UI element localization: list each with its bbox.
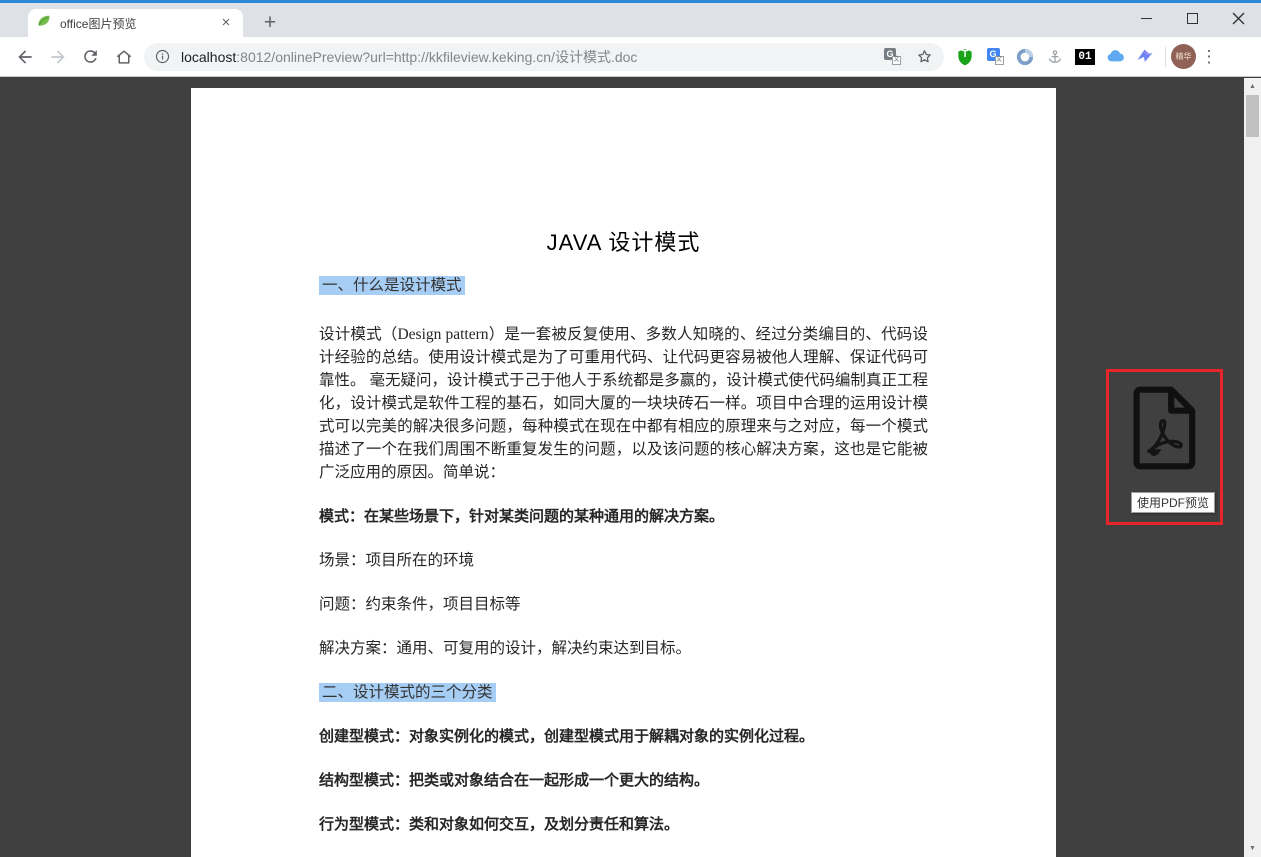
extensions-row: T G 文 01 [950,41,1222,73]
pdf-preview-label: 使用PDF预览 [1131,492,1215,513]
page-info-icon[interactable] [154,48,171,65]
forward-button[interactable] [41,41,74,73]
profile-avatar[interactable]: 精华 [1171,44,1196,69]
maximize-icon [1187,13,1198,24]
browser-toolbar: localhost:8012/onlinePreview?url=http://… [0,37,1261,77]
minimize-icon [1141,18,1152,19]
back-button[interactable] [8,41,41,73]
toolbar-divider [1165,47,1166,67]
scrollbar-thumb[interactable] [1246,95,1259,137]
ring-extension-icon[interactable] [1010,41,1040,73]
vertical-scrollbar[interactable]: ▲ ▼ [1244,78,1261,857]
cloud-extension-icon[interactable] [1100,41,1130,73]
spring-leaf-favicon [36,13,52,34]
line-problem: 问题：约束条件，项目目标等 [319,593,928,616]
forward-icon [48,47,68,67]
close-button[interactable] [1215,0,1261,37]
tab-title: office图片预览 [60,15,217,32]
url-text[interactable]: localhost:8012/onlinePreview?url=http://… [181,47,884,67]
close-icon [1232,12,1245,25]
browser-menu-icon[interactable]: ⋮ [1196,47,1222,67]
minimize-button[interactable] [1123,0,1169,37]
reload-icon [81,47,100,66]
scroll-up-icon[interactable]: ▲ [1244,78,1261,95]
window-controls [1123,0,1261,37]
scroll-down-icon[interactable]: ▼ [1244,840,1261,857]
reload-button[interactable] [74,41,107,73]
page-content-area: JAVA 设计模式 一、什么是设计模式 设计模式（Design pattern）… [0,78,1261,857]
bookmark-star-icon[interactable] [915,47,934,66]
browser-tab[interactable]: office图片预览 × [28,9,243,37]
shield-extension-icon[interactable]: T [950,41,980,73]
home-icon [114,47,134,67]
tab-close-icon[interactable]: × [217,14,235,32]
line-pattern-definition: 模式：在某些场景下，针对某类问题的某种通用的解决方案。 [319,505,928,528]
line-behavioral: 行为型模式：类和对象如何交互，及划分责任和算法。 [319,813,928,836]
pdf-file-icon [1127,386,1203,470]
browser-window: office图片预览 × + [0,0,1261,857]
anchor-extension-icon[interactable] [1040,41,1070,73]
home-button[interactable] [107,41,140,73]
new-tab-button[interactable]: + [256,9,284,37]
address-bar[interactable]: localhost:8012/onlinePreview?url=http://… [144,43,944,71]
line-structural: 结构型模式：把类或对象结合在一起形成一个更大的结构。 [319,769,928,792]
01-extension-icon[interactable]: 01 [1070,41,1100,73]
back-icon [15,47,35,67]
paragraph-intro: 设计模式（Design pattern）是一套被反复使用、多数人知晓的、经过分类… [319,323,928,484]
url-path: :8012/onlinePreview?url=http://kkfilevie… [236,49,637,65]
line-scene: 场景：项目所在的环境 [319,549,928,572]
bird-extension-icon[interactable] [1130,41,1160,73]
line-creational: 创建型模式：对象实例化的模式，创建型模式用于解耦对象的实例化过程。 [319,725,928,748]
line-solution: 解决方案：通用、可复用的设计，解决约束达到目标。 [319,637,928,660]
translate-page-icon[interactable]: G 文 [884,48,901,65]
translate-extension-icon[interactable]: G 文 [980,41,1010,73]
pdf-preview-button[interactable]: 使用PDF预览 [1106,369,1223,525]
section-heading-2: 二、设计模式的三个分类 [319,681,928,704]
section-heading-1: 一、什么是设计模式 [319,274,928,297]
url-host: localhost [181,49,236,65]
maximize-button[interactable] [1169,0,1215,37]
document-page: JAVA 设计模式 一、什么是设计模式 设计模式（Design pattern）… [191,88,1056,857]
tab-strip: office图片预览 × + [0,3,1261,37]
document-title: JAVA 设计模式 [319,225,928,257]
